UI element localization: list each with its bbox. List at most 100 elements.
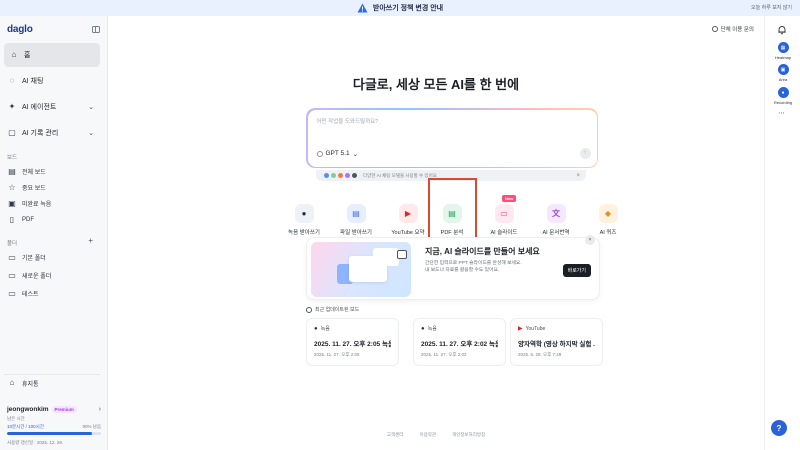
sidebar-collapse-icon[interactable] bbox=[92, 26, 100, 33]
model-logo-icon bbox=[338, 173, 343, 178]
right-rail: ▦ Heatmap ▣ Area ● Recording ⋯ ? bbox=[764, 16, 800, 450]
sparkle-icon: ✦ bbox=[8, 102, 16, 111]
close-icon[interactable]: × bbox=[585, 235, 595, 245]
sidebar-item-label: 테스트 bbox=[22, 292, 39, 298]
sidebar-folder[interactable]: ▭ 테스트 bbox=[4, 286, 100, 301]
prompt-input[interactable]: 어떤 작업을 도와드릴까요? bbox=[317, 117, 379, 125]
model-icon bbox=[316, 150, 323, 157]
sidebar-item-ai-chat[interactable]: ◌ AI 채팅 bbox=[4, 73, 100, 89]
sidebar-item-label: AI 에이전트 bbox=[22, 104, 57, 111]
rail-app-heatmap[interactable]: ▦ Heatmap bbox=[770, 42, 796, 60]
sidebar-item-label: 홈 bbox=[24, 52, 31, 59]
chevron-down-icon: ⌄ bbox=[88, 104, 94, 111]
board-section-title: 보드 bbox=[7, 155, 18, 161]
promo-title: 지금, AI 슬라이드를 만들어 보세요 bbox=[425, 247, 540, 256]
more-icon[interactable]: ⋯ bbox=[778, 109, 785, 117]
sidebar-item-all-boards[interactable]: ▤ 전체 보드 bbox=[4, 164, 100, 179]
youtube-icon: ▶ bbox=[518, 326, 523, 332]
tool-label: YouTube 요약 bbox=[391, 230, 425, 236]
board-title: 2025. 11. 27. 오후 2:05 녹음 bbox=[314, 341, 391, 348]
sidebar-item-home[interactable]: ⌂ 홈 bbox=[4, 43, 100, 67]
tool-slide[interactable]: ▭ New AI 슬라이드 bbox=[480, 195, 528, 236]
banner-text: 받아쓰기 정책 변경 안내 bbox=[372, 5, 444, 12]
warning-icon bbox=[357, 3, 368, 13]
chevron-down-icon: ⌄ bbox=[88, 130, 94, 137]
file-icon: ▤ bbox=[346, 204, 366, 223]
board-title: 2025. 11. 27. 오후 2:02 녹음 bbox=[421, 341, 498, 348]
sidebar: daglo ⌂ 홈 ◌ AI 채팅 ✦ AI 에이전트 ⌄ ▢ AI 기록 관리… bbox=[0, 16, 108, 450]
tool-label: AI 퀴즈 bbox=[599, 230, 617, 236]
notice-banner[interactable]: 받아쓰기 정책 변경 안내 오늘 하루 보지 않기 bbox=[0, 0, 800, 16]
tip-text: 다양한 AI 채팅 모델을 사용할 수 있어요 bbox=[363, 172, 437, 178]
quiz-icon: ◆ bbox=[598, 204, 618, 223]
sidebar-item-trash[interactable]: ⌂ 휴지통 bbox=[4, 374, 100, 388]
bell-icon[interactable] bbox=[777, 25, 787, 35]
tool-mic[interactable]: ● 녹음 받아쓰기 bbox=[280, 204, 328, 236]
sidebar-item-label: 휴지통 bbox=[22, 381, 39, 388]
help-circle-icon bbox=[711, 26, 718, 32]
model-logo-icon bbox=[352, 173, 357, 178]
board-date: 2025. 11. 27. 오후 2:02 bbox=[421, 352, 467, 357]
model-logo-icon bbox=[324, 173, 329, 178]
star-icon: ☆ bbox=[8, 182, 16, 192]
rail-app-recording[interactable]: ● Recording bbox=[770, 87, 796, 105]
folder-section-title: 폴더 bbox=[7, 241, 18, 247]
board-date: 2025. 6. 28. 오후 7:49 bbox=[518, 352, 562, 357]
sidebar-folder[interactable]: ▭ 기본 폴더 bbox=[4, 250, 100, 265]
tool-quiz[interactable]: ◆ AI 퀴즈 bbox=[584, 204, 632, 236]
model-logo-icon bbox=[331, 173, 336, 178]
footer-link[interactable]: 개인정보처리방침 bbox=[452, 432, 485, 438]
promo-card[interactable]: 지금, AI 슬라이드를 만들어 보세요 간단한 입력으로 PPT 슬라이드를 … bbox=[306, 235, 600, 300]
footer-link[interactable]: 고객센터 bbox=[387, 432, 404, 438]
tool-translate[interactable]: 文 AI 문서번역 bbox=[532, 204, 580, 236]
sidebar-item-label: 미완료 녹음 bbox=[22, 202, 52, 208]
rail-app-area[interactable]: ▣ Area bbox=[770, 64, 796, 82]
renew-date: 사용량 갱신일 : 2025. 12. 28. bbox=[7, 440, 64, 445]
board-title: 양자역학 (영상 하지막 실험 ... bbox=[518, 341, 595, 348]
tool-youtube[interactable]: ▶ YouTube 요약 bbox=[384, 204, 432, 236]
promo-image bbox=[311, 242, 411, 297]
user-panel[interactable]: jeongwonkim Premium › 남은 시간 10분시간 / 100시… bbox=[7, 406, 101, 446]
close-icon[interactable]: × bbox=[576, 173, 580, 179]
tool-label: AI 문서번역 bbox=[542, 230, 570, 236]
board-date: 2025. 11. 27. 오후 2:05 bbox=[314, 352, 360, 357]
recent-board-card[interactable]: ▶ YouTube 양자역학 (영상 하지막 실험 ... 2025. 6. 28. … bbox=[510, 318, 603, 366]
tool-label: AI 슬라이드 bbox=[490, 230, 518, 236]
sidebar-item-important-boards[interactable]: ☆ 중요 보드 bbox=[4, 180, 100, 195]
sidebar-item-label: AI 채팅 bbox=[22, 78, 44, 85]
logo[interactable]: daglo bbox=[7, 24, 33, 35]
sidebar-item-ai-agent[interactable]: ✦ AI 에이전트 ⌄ bbox=[4, 99, 100, 115]
highlight-box bbox=[428, 178, 477, 243]
sidebar-item-pdf[interactable]: ▯ PDF bbox=[4, 212, 100, 227]
sidebar-item-label: AI 기록 관리 bbox=[22, 130, 59, 137]
footer-link[interactable]: 이용약관 bbox=[419, 432, 436, 438]
recent-board-card[interactable]: ● 녹음 2025. 11. 27. 오후 2:02 녹음 2025. 11. 27.… bbox=[413, 318, 506, 366]
board-icon: ▤ bbox=[8, 166, 16, 176]
usage-progress-bar bbox=[7, 432, 101, 435]
mic-icon: ● bbox=[421, 325, 425, 332]
new-badge: New bbox=[502, 195, 517, 202]
group-inquiry-link[interactable]: 단체 이용 문의 bbox=[711, 25, 754, 33]
add-folder-icon[interactable]: + bbox=[88, 236, 93, 245]
sidebar-item-incomplete[interactable]: ▣ 미완료 녹음 bbox=[4, 196, 100, 211]
trash-icon: ⌂ bbox=[9, 378, 15, 387]
chevron-right-icon: › bbox=[98, 406, 101, 413]
tool-file[interactable]: ▤ 파일 받아쓰기 bbox=[332, 204, 380, 236]
board-type: 녹음 bbox=[427, 326, 437, 332]
board-type: 녹음 bbox=[320, 326, 330, 332]
promo-go-button[interactable]: 바로가기 bbox=[562, 264, 591, 277]
model-logo-icon bbox=[345, 173, 350, 178]
hide-today-link[interactable]: 오늘 하루 보지 않기 bbox=[751, 4, 792, 11]
sidebar-folder[interactable]: ▭ 새로운 폴더 bbox=[4, 268, 100, 283]
help-button[interactable]: ? bbox=[771, 420, 787, 436]
model-selector[interactable]: GPT 5.1 ⌄ bbox=[316, 150, 358, 158]
sidebar-item-label: PDF bbox=[22, 216, 34, 223]
prompt-box: 어떤 작업을 도와드릴까요? GPT 5.1 ⌄ ↑ bbox=[306, 108, 598, 168]
send-icon[interactable]: ↑ bbox=[579, 147, 591, 159]
recent-board-card[interactable]: ● 녹음 2025. 11. 27. 오후 2:05 녹음 2025. 11. 27.… bbox=[306, 318, 399, 366]
usage-progress-fill bbox=[7, 432, 92, 435]
sidebar-item-ai-record[interactable]: ▢ AI 기록 관리 ⌄ bbox=[4, 125, 100, 141]
model-label: GPT 5.1 bbox=[325, 150, 350, 157]
pdf-icon: ▯ bbox=[9, 214, 15, 224]
area-icon: ▣ bbox=[777, 64, 789, 75]
